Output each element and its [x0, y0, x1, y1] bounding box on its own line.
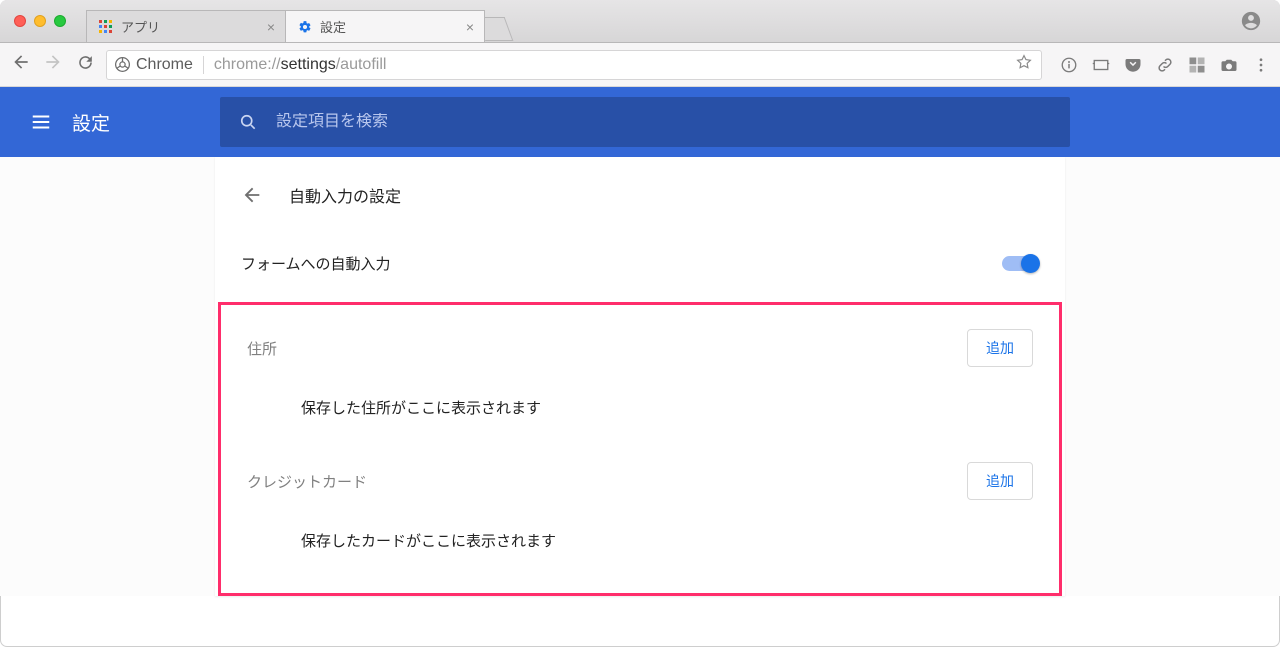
nav-back-button[interactable] [10, 52, 32, 77]
close-window-button[interactable] [14, 15, 26, 27]
extension-pocket-icon[interactable] [1124, 56, 1142, 74]
extension-info-icon[interactable] [1060, 56, 1078, 74]
minimize-window-button[interactable] [34, 15, 46, 27]
traffic-lights [0, 15, 80, 27]
creditcard-empty-text: 保存したカードがここに表示されます [247, 500, 1033, 569]
settings-header: 設定 [0, 87, 1280, 157]
settings-search-input[interactable] [276, 113, 1052, 131]
search-icon [238, 112, 258, 132]
address-empty-text: 保存した住所がここに表示されます [247, 367, 1033, 436]
settings-stage: 自動入力の設定 フォームへの自動入力 住所 追加 保存した住所がここに表示されま… [0, 157, 1280, 596]
close-tab-icon[interactable]: × [267, 20, 275, 34]
highlight-annotation-box: 住所 追加 保存した住所がここに表示されます クレジットカード 追加 保存したカ… [218, 302, 1062, 596]
browser-toolbar: Chrome chrome://settings/autofill [0, 43, 1280, 87]
window-titlebar: アプリ × 設定 × [0, 0, 1280, 43]
nav-forward-button[interactable] [42, 52, 64, 77]
tab-title: アプリ [121, 17, 160, 36]
bookmark-star-icon[interactable] [1015, 53, 1033, 76]
extensions-area [1060, 56, 1270, 74]
creditcard-section-title: クレジットカード [247, 471, 367, 492]
back-arrow-icon[interactable] [241, 184, 263, 206]
site-chip-label: Chrome [136, 56, 193, 74]
apps-icon [99, 20, 113, 34]
profile-icon[interactable] [1240, 10, 1262, 32]
omnibox-url: chrome://settings/autofill [214, 56, 387, 74]
extension-google-icon[interactable] [1188, 56, 1206, 74]
settings-title: 設定 [72, 109, 110, 136]
gear-icon [298, 20, 312, 34]
autofill-toggle-label: フォームへの自動入力 [241, 253, 391, 274]
subpage-header: 自動入力の設定 [215, 157, 1065, 225]
address-section-title: 住所 [247, 338, 277, 359]
tab-strip: アプリ × 設定 × [86, 0, 1240, 42]
chrome-product-icon [115, 57, 130, 72]
tab-title: 設定 [320, 17, 346, 36]
nav-reload-button[interactable] [74, 53, 96, 77]
chrome-menu-icon[interactable] [1252, 56, 1270, 74]
add-address-button[interactable]: 追加 [967, 329, 1033, 367]
extension-devicemode-icon[interactable] [1092, 56, 1110, 74]
extension-camera-icon[interactable] [1220, 56, 1238, 74]
site-chip[interactable]: Chrome [115, 56, 204, 74]
add-creditcard-button[interactable]: 追加 [967, 462, 1033, 500]
close-tab-icon[interactable]: × [466, 20, 474, 34]
omnibox[interactable]: Chrome chrome://settings/autofill [106, 50, 1042, 80]
settings-card: 自動入力の設定 フォームへの自動入力 住所 追加 保存した住所がここに表示されま… [215, 157, 1065, 596]
menu-hamburger-icon[interactable] [30, 111, 52, 133]
autofill-toggle-row: フォームへの自動入力 [215, 225, 1065, 302]
creditcard-section: クレジットカード 追加 保存したカードがここに表示されます [221, 444, 1059, 577]
subpage-title: 自動入力の設定 [289, 183, 401, 207]
settings-search[interactable] [220, 97, 1070, 147]
browser-tab-settings[interactable]: 設定 × [285, 10, 485, 42]
browser-tab-apps[interactable]: アプリ × [86, 10, 286, 42]
extension-link-icon[interactable] [1156, 56, 1174, 74]
address-section: 住所 追加 保存した住所がここに表示されます [221, 311, 1059, 444]
maximize-window-button[interactable] [54, 15, 66, 27]
autofill-toggle[interactable] [1002, 256, 1039, 271]
